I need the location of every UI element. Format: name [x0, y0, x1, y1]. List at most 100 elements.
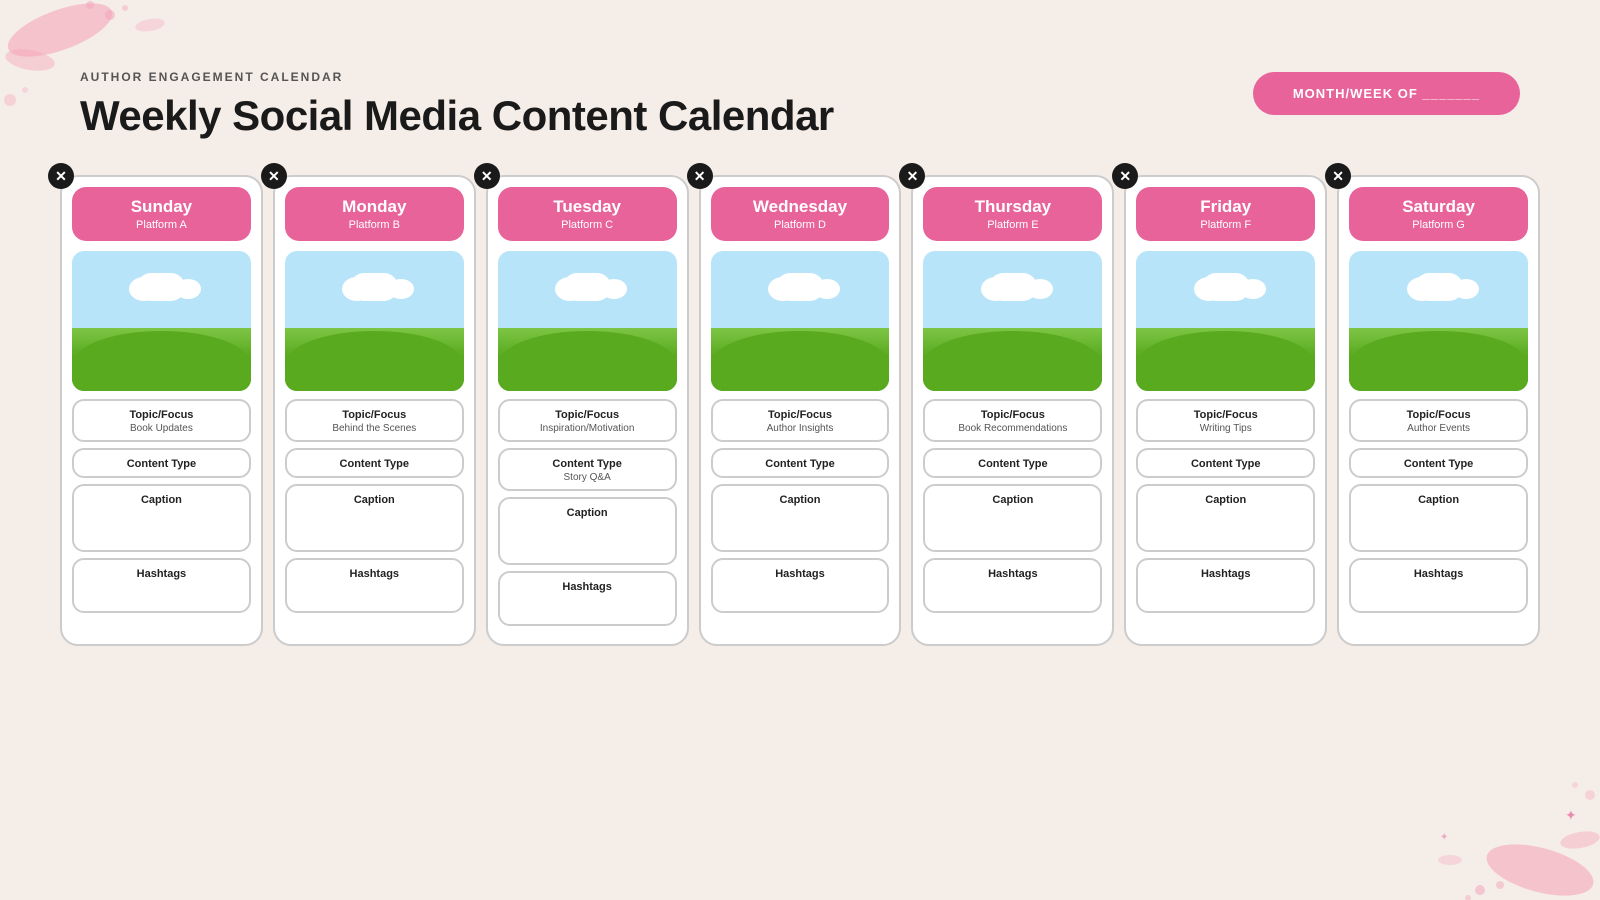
- svg-text:✦: ✦: [1440, 832, 1448, 843]
- topic-value-friday: Writing Tips: [1146, 423, 1305, 434]
- caption-label-monday: Caption: [295, 494, 454, 506]
- content-type-label-sunday: Content Type: [82, 458, 241, 470]
- day-column-monday: ✕ Monday Platform B Topic/Focus Behind t…: [273, 175, 476, 646]
- hashtags-box-saturday[interactable]: Hashtags: [1349, 558, 1528, 613]
- day-name-tuesday: Tuesday: [504, 197, 671, 217]
- caption-box-saturday[interactable]: Caption: [1349, 484, 1528, 552]
- day-header-thursday: Thursday Platform E: [923, 187, 1102, 241]
- landscape-image-saturday: [1349, 251, 1528, 391]
- caption-box-thursday[interactable]: Caption: [923, 484, 1102, 552]
- day-name-saturday: Saturday: [1355, 197, 1522, 217]
- topic-box-saturday[interactable]: Topic/Focus Author Events: [1349, 399, 1528, 442]
- cloud-right-sunday: [175, 279, 201, 299]
- content-type-box-saturday[interactable]: Content Type: [1349, 448, 1528, 478]
- cloud-right-wednesday: [814, 279, 840, 299]
- topic-value-monday: Behind the Scenes: [295, 423, 454, 434]
- page-header: AUTHOR ENGAGEMENT CALENDAR Weekly Social…: [80, 70, 834, 140]
- topic-label-sunday: Topic/Focus: [82, 409, 241, 421]
- topic-box-friday[interactable]: Topic/Focus Writing Tips: [1136, 399, 1315, 442]
- topic-label-friday: Topic/Focus: [1146, 409, 1305, 421]
- close-button-sunday[interactable]: ✕: [48, 163, 74, 189]
- topic-label-tuesday: Topic/Focus: [508, 409, 667, 421]
- platform-label-wednesday: Platform D: [717, 219, 884, 231]
- hashtags-box-wednesday[interactable]: Hashtags: [711, 558, 890, 613]
- caption-label-thursday: Caption: [933, 494, 1092, 506]
- topic-box-tuesday[interactable]: Topic/Focus Inspiration/Motivation: [498, 399, 677, 442]
- day-column-thursday: ✕ Thursday Platform E Topic/Focus Book R…: [911, 175, 1114, 646]
- caption-box-tuesday[interactable]: Caption: [498, 497, 677, 565]
- close-button-wednesday[interactable]: ✕: [687, 163, 713, 189]
- platform-label-sunday: Platform A: [78, 219, 245, 231]
- topic-box-sunday[interactable]: Topic/Focus Book Updates: [72, 399, 251, 442]
- day-name-monday: Monday: [291, 197, 458, 217]
- topic-label-wednesday: Topic/Focus: [721, 409, 880, 421]
- week-badge[interactable]: MONTH/WEEK OF _______: [1253, 72, 1520, 115]
- caption-box-sunday[interactable]: Caption: [72, 484, 251, 552]
- platform-label-friday: Platform F: [1142, 219, 1309, 231]
- hashtags-label-wednesday: Hashtags: [721, 568, 880, 580]
- day-header-saturday: Saturday Platform G: [1349, 187, 1528, 241]
- day-header-monday: Monday Platform B: [285, 187, 464, 241]
- day-header-wednesday: Wednesday Platform D: [711, 187, 890, 241]
- content-type-label-wednesday: Content Type: [721, 458, 880, 470]
- caption-box-friday[interactable]: Caption: [1136, 484, 1315, 552]
- topic-value-tuesday: Inspiration/Motivation: [508, 423, 667, 434]
- platform-label-saturday: Platform G: [1355, 219, 1522, 231]
- caption-label-friday: Caption: [1146, 494, 1305, 506]
- content-type-label-friday: Content Type: [1146, 458, 1305, 470]
- cloud-right-monday: [388, 279, 414, 299]
- day-header-friday: Friday Platform F: [1136, 187, 1315, 241]
- hashtags-box-sunday[interactable]: Hashtags: [72, 558, 251, 613]
- topic-value-thursday: Book Recommendations: [933, 423, 1092, 434]
- content-type-label-monday: Content Type: [295, 458, 454, 470]
- close-button-monday[interactable]: ✕: [261, 163, 287, 189]
- hashtags-label-tuesday: Hashtags: [508, 581, 667, 593]
- topic-label-monday: Topic/Focus: [295, 409, 454, 421]
- hill-tuesday: [498, 331, 677, 391]
- page-title: Weekly Social Media Content Calendar: [80, 92, 834, 140]
- cloud-right-friday: [1240, 279, 1266, 299]
- hashtags-label-monday: Hashtags: [295, 568, 454, 580]
- content-type-label-saturday: Content Type: [1359, 458, 1518, 470]
- topic-value-saturday: Author Events: [1359, 423, 1518, 434]
- hashtags-box-thursday[interactable]: Hashtags: [923, 558, 1102, 613]
- content-type-box-wednesday[interactable]: Content Type: [711, 448, 890, 478]
- landscape-image-thursday: [923, 251, 1102, 391]
- close-button-thursday[interactable]: ✕: [899, 163, 925, 189]
- hashtags-box-friday[interactable]: Hashtags: [1136, 558, 1315, 613]
- day-column-wednesday: ✕ Wednesday Platform D Topic/Focus Autho…: [699, 175, 902, 646]
- day-name-wednesday: Wednesday: [717, 197, 884, 217]
- caption-label-sunday: Caption: [82, 494, 241, 506]
- topic-label-thursday: Topic/Focus: [933, 409, 1092, 421]
- close-button-friday[interactable]: ✕: [1112, 163, 1138, 189]
- hill-saturday: [1349, 331, 1528, 391]
- content-type-box-monday[interactable]: Content Type: [285, 448, 464, 478]
- day-name-thursday: Thursday: [929, 197, 1096, 217]
- landscape-image-friday: [1136, 251, 1315, 391]
- day-name-friday: Friday: [1142, 197, 1309, 217]
- content-type-box-thursday[interactable]: Content Type: [923, 448, 1102, 478]
- caption-box-wednesday[interactable]: Caption: [711, 484, 890, 552]
- content-type-box-tuesday[interactable]: Content Type Story Q&A: [498, 448, 677, 491]
- close-button-tuesday[interactable]: ✕: [474, 163, 500, 189]
- day-header-sunday: Sunday Platform A: [72, 187, 251, 241]
- platform-label-monday: Platform B: [291, 219, 458, 231]
- day-header-tuesday: Tuesday Platform C: [498, 187, 677, 241]
- hill-monday: [285, 331, 464, 391]
- topic-box-thursday[interactable]: Topic/Focus Book Recommendations: [923, 399, 1102, 442]
- hashtags-box-tuesday[interactable]: Hashtags: [498, 571, 677, 626]
- caption-label-saturday: Caption: [1359, 494, 1518, 506]
- landscape-image-wednesday: [711, 251, 890, 391]
- topic-box-wednesday[interactable]: Topic/Focus Author Insights: [711, 399, 890, 442]
- close-button-saturday[interactable]: ✕: [1325, 163, 1351, 189]
- day-column-friday: ✕ Friday Platform F Topic/Focus Writing …: [1124, 175, 1327, 646]
- content-type-box-sunday[interactable]: Content Type: [72, 448, 251, 478]
- subtitle: AUTHOR ENGAGEMENT CALENDAR: [80, 70, 834, 84]
- hashtags-box-monday[interactable]: Hashtags: [285, 558, 464, 613]
- hill-friday: [1136, 331, 1315, 391]
- topic-box-monday[interactable]: Topic/Focus Behind the Scenes: [285, 399, 464, 442]
- caption-box-monday[interactable]: Caption: [285, 484, 464, 552]
- landscape-image-sunday: [72, 251, 251, 391]
- content-type-box-friday[interactable]: Content Type: [1136, 448, 1315, 478]
- caption-label-tuesday: Caption: [508, 507, 667, 519]
